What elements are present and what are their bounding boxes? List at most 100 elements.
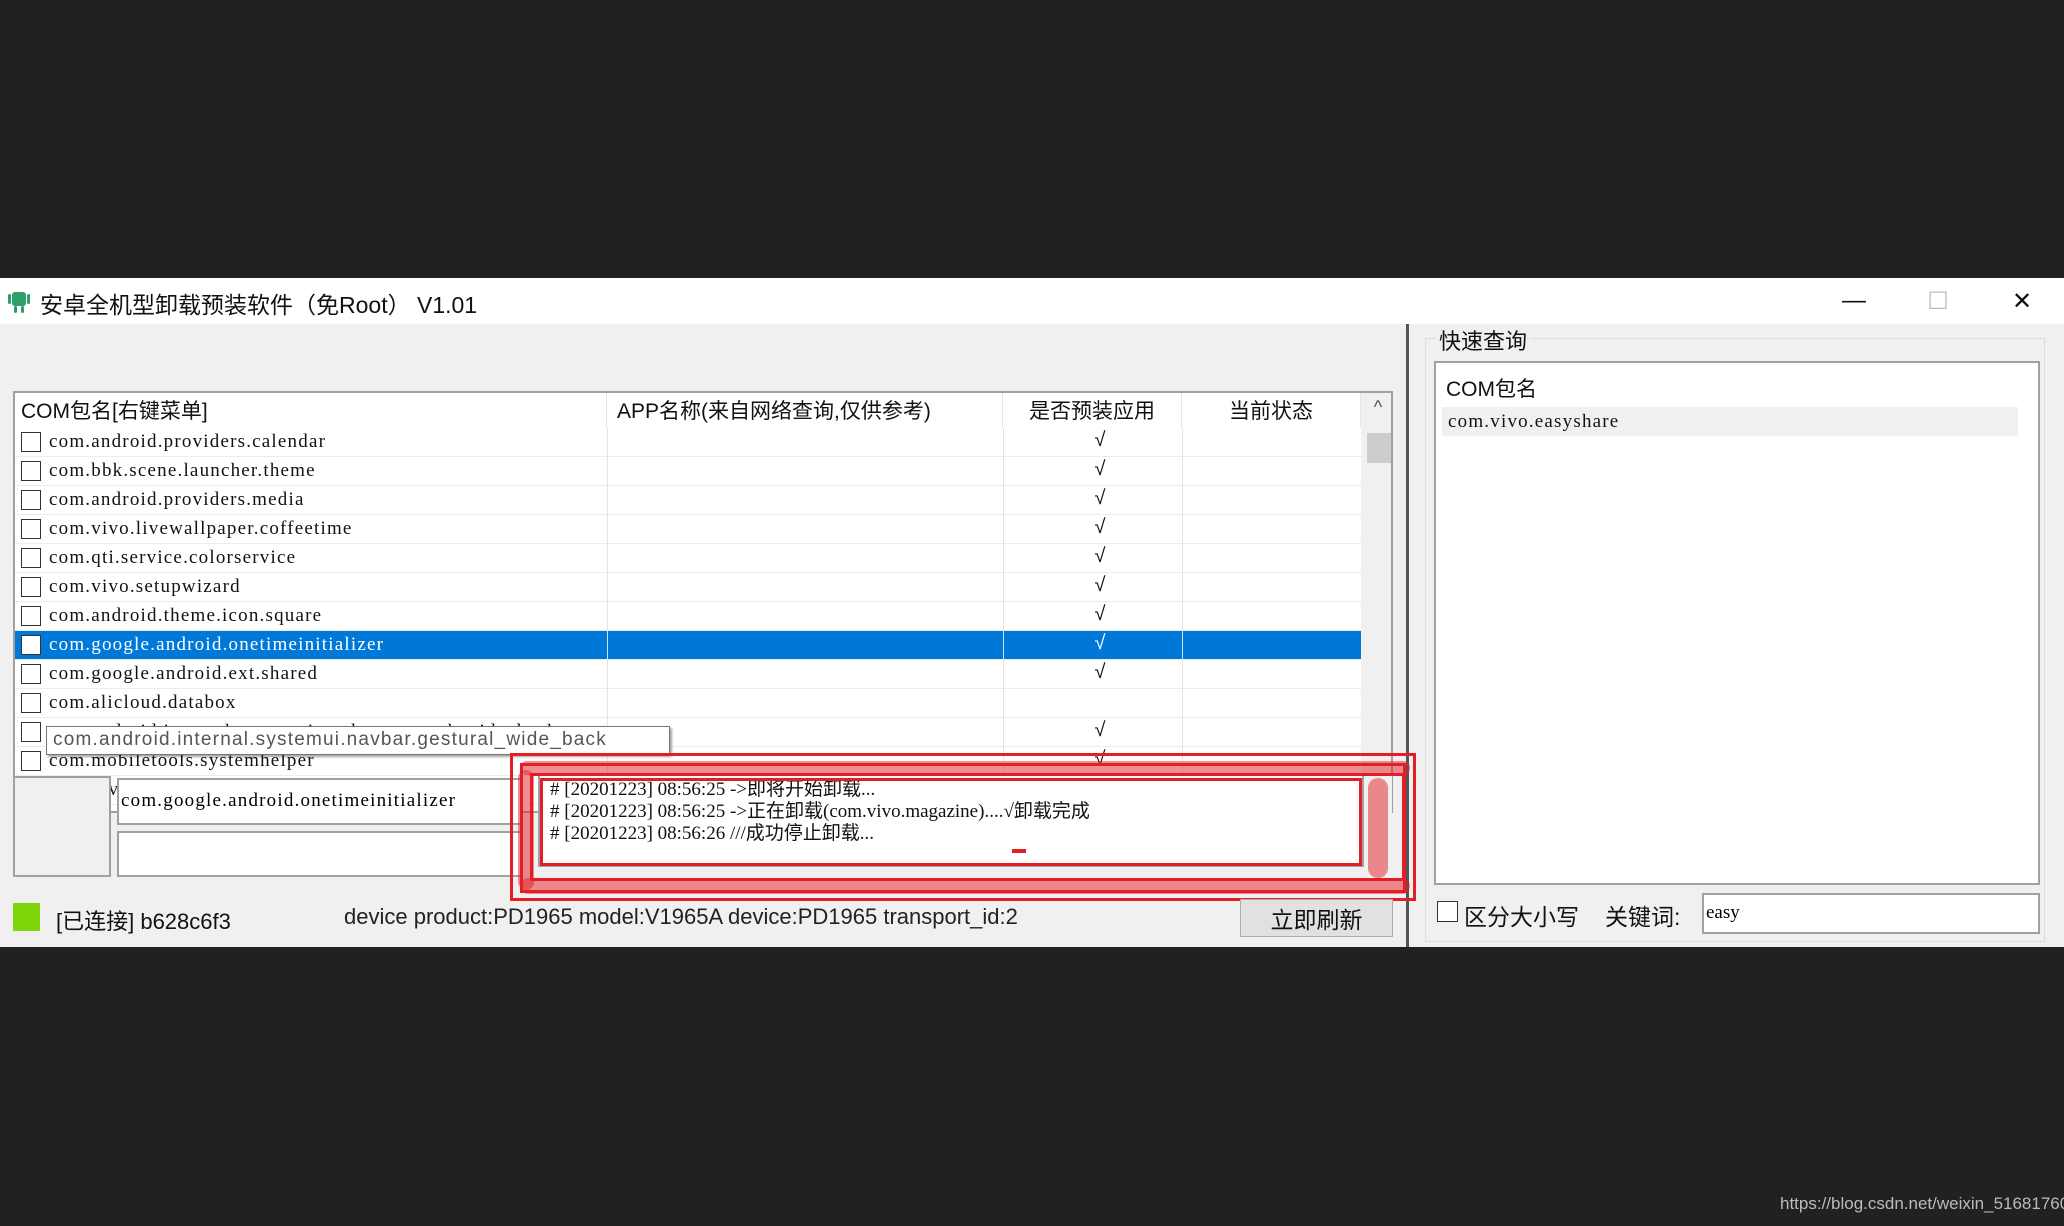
package-name: com.google.android.ext.shared [49, 663, 319, 684]
table-row[interactable]: com.android.theme.icon.square √ [15, 602, 1361, 631]
column-header-status[interactable]: 当前状态 [1182, 393, 1361, 427]
table-row[interactable]: com.vivo.setupwizard √ [15, 573, 1361, 602]
column-divider [607, 689, 608, 718]
package-name: com.android.providers.calendar [49, 431, 327, 452]
row-checkbox[interactable] [21, 548, 41, 568]
close-button[interactable]: ✕ [1980, 278, 2064, 324]
results-header[interactable]: COM包名 [1446, 373, 1537, 403]
column-header-app-name[interactable]: APP名称(来自网络查询,仅供参考) [607, 393, 1003, 427]
maximize-icon: ☐ [1927, 287, 1949, 315]
column-divider [1003, 544, 1004, 573]
case-sensitive-checkbox[interactable] [1437, 901, 1458, 922]
device-info: device product:PD1965 model:V1965A devic… [344, 904, 1018, 929]
selected-package-field[interactable]: com.google.android.onetimeinitializer [117, 778, 522, 825]
row-checkbox[interactable] [21, 722, 41, 742]
column-divider [607, 573, 608, 602]
column-divider [1182, 573, 1183, 602]
column-divider [1182, 718, 1183, 747]
row-checkbox[interactable] [21, 664, 41, 684]
column-divider [1182, 631, 1183, 660]
maximize-button[interactable]: ☐ [1896, 278, 1980, 324]
android-icon [8, 292, 30, 313]
column-header-label: APP名称(来自网络查询,仅供参考) [617, 400, 931, 423]
table-row[interactable]: com.google.android.ext.shared √ [15, 660, 1361, 689]
keyword-input[interactable]: easy [1702, 893, 2040, 934]
result-item[interactable]: com.vivo.easyshare [1442, 407, 2018, 436]
column-divider [607, 486, 608, 515]
column-header-preinstalled[interactable]: 是否预装应用 [1003, 393, 1182, 427]
annotation-rect [540, 778, 1362, 866]
preinstalled-check-icon: √ [1094, 458, 1106, 480]
tooltip: com.android.internal.systemui.navbar.ges… [46, 726, 670, 755]
column-divider [607, 544, 608, 573]
preinstalled-check-icon: √ [1094, 516, 1106, 538]
title-bar[interactable]: 安卓全机型卸载预装软件（免Root） V1.01 — ☐ ✕ [0, 278, 2064, 324]
column-divider [1003, 718, 1004, 747]
table-row[interactable]: com.alicloud.databox [15, 689, 1361, 718]
column-divider [1003, 689, 1004, 718]
column-divider [1003, 660, 1004, 689]
column-divider [1182, 486, 1183, 515]
preview-box [13, 776, 111, 877]
column-divider [1182, 689, 1183, 718]
secondary-field[interactable] [117, 831, 522, 877]
scroll-up-icon[interactable]: ^ [1361, 397, 1391, 418]
table-row[interactable]: com.android.providers.calendar √ [15, 428, 1361, 457]
quick-search-label: 快速查询 [1436, 324, 1531, 356]
package-table[interactable]: COM包名[右键菜单] APP名称(来自网络查询,仅供参考) 是否预装应用 当前… [13, 391, 1393, 813]
result-item-label: com.vivo.easyshare [1448, 411, 1620, 432]
column-divider [1003, 428, 1004, 457]
row-checkbox[interactable] [21, 577, 41, 597]
column-divider [1182, 428, 1183, 457]
table-row[interactable]: com.android.providers.media √ [15, 486, 1361, 515]
column-header-label: 当前状态 [1229, 400, 1313, 423]
table-row[interactable]: com.qti.service.colorservice √ [15, 544, 1361, 573]
row-checkbox[interactable] [21, 519, 41, 539]
window-title: 安卓全机型卸载预装软件（免Root） V1.01 [40, 292, 478, 318]
row-checkbox[interactable] [21, 693, 41, 713]
column-header-package[interactable]: COM包名[右键菜单] [15, 393, 607, 427]
column-divider [607, 602, 608, 631]
column-divider [1182, 544, 1183, 573]
row-checkbox[interactable] [21, 461, 41, 481]
package-name: com.android.providers.media [49, 489, 305, 510]
column-divider [1003, 457, 1004, 486]
preinstalled-check-icon: √ [1094, 574, 1106, 596]
scroll-thumb[interactable] [1367, 433, 1391, 463]
table-row[interactable]: com.google.android.onetimeinitializer √ [15, 631, 1361, 660]
row-checkbox[interactable] [21, 635, 41, 655]
row-checkbox[interactable] [21, 432, 41, 452]
table-row[interactable]: com.bbk.scene.launcher.theme √ [15, 457, 1361, 486]
package-name: com.android.theme.icon.square [49, 605, 323, 626]
preinstalled-check-icon: √ [1094, 487, 1106, 509]
column-divider [607, 660, 608, 689]
column-divider [1182, 457, 1183, 486]
row-checkbox[interactable] [21, 606, 41, 626]
row-checkbox[interactable] [21, 751, 41, 771]
keyword-label: 关键词: [1605, 904, 1681, 930]
minimize-button[interactable]: — [1812, 278, 1896, 324]
watermark: https://blog.csdn.net/weixin_51681760 [1780, 1194, 2064, 1213]
quick-search-results[interactable]: COM包名 com.vivo.easyshare [1434, 361, 2040, 885]
connection-indicator [13, 903, 40, 931]
column-divider [1003, 486, 1004, 515]
column-divider [607, 631, 608, 660]
package-name: com.bbk.scene.launcher.theme [49, 460, 316, 481]
table-row[interactable]: com.vivo.livewallpaper.coffeetime √ [15, 515, 1361, 544]
table-scrollbar[interactable]: ^ v [1361, 393, 1391, 811]
column-divider [1003, 602, 1004, 631]
annotation-highlight [520, 761, 1410, 775]
column-divider [1182, 602, 1183, 631]
package-name: com.qti.service.colorservice [49, 547, 297, 568]
column-divider [1003, 573, 1004, 602]
case-sensitive-label[interactable]: 区分大小写 [1464, 898, 1579, 932]
column-divider [607, 457, 608, 486]
refresh-button[interactable]: 立即刷新 [1240, 899, 1393, 937]
preinstalled-check-icon: √ [1094, 429, 1106, 451]
column-divider [1182, 660, 1183, 689]
preinstalled-check-icon: √ [1094, 632, 1106, 654]
column-divider [607, 428, 608, 457]
package-name: com.alicloud.databox [49, 692, 237, 713]
minimize-icon: — [1842, 287, 1866, 314]
row-checkbox[interactable] [21, 490, 41, 510]
